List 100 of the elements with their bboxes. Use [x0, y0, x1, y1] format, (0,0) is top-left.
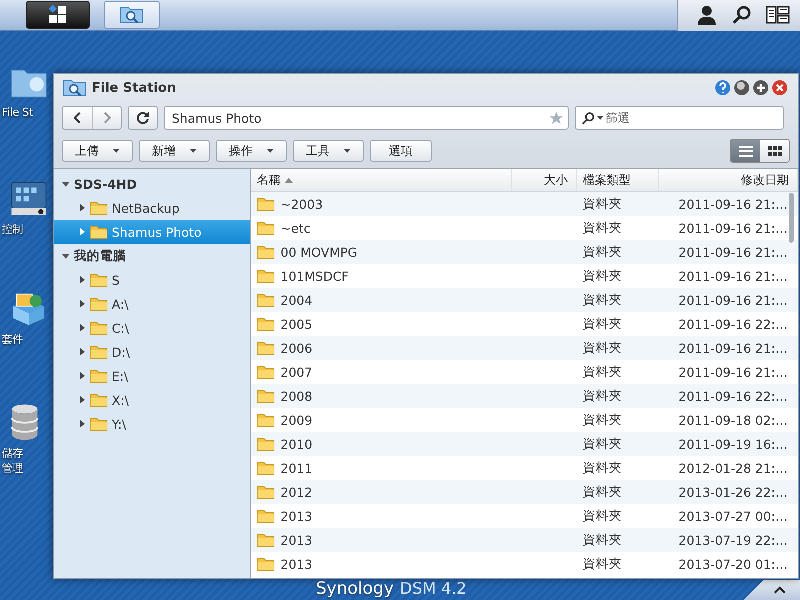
- file-type: 資料夾: [582, 196, 623, 212]
- chevron-left-icon: [74, 112, 82, 124]
- file-name: 101MSDCF: [280, 268, 349, 284]
- file-row[interactable]: 2006 資料夾 2011-09-16 21:…: [250, 336, 798, 360]
- file-row[interactable]: 2010 資料夾 2011-09-19 16:…: [250, 432, 798, 456]
- tree-item[interactable]: A:\: [54, 292, 250, 316]
- help-icon[interactable]: [715, 80, 731, 96]
- folder-icon: [256, 364, 275, 380]
- desktop-icon-label: 管理: [2, 461, 24, 476]
- desktop-icon-label: 套件: [2, 332, 24, 347]
- storage-icon[interactable]: [10, 402, 40, 442]
- brand-logo: Synology: [316, 579, 394, 599]
- folder-icon: [90, 320, 108, 336]
- expand-arrow-icon[interactable]: [78, 420, 86, 428]
- list-icon: [738, 146, 752, 156]
- folder-icon: [256, 436, 275, 452]
- file-row[interactable]: 2013 資料夾 2013-07-19 22:…: [250, 528, 798, 552]
- grid-icon: [768, 146, 782, 156]
- collapse-arrow-icon[interactable]: [62, 180, 70, 188]
- control-panel-icon[interactable]: [10, 180, 48, 218]
- close-icon[interactable]: [772, 80, 788, 96]
- tree-node[interactable]: SDS-4HD: [54, 172, 250, 196]
- modified-date: 2013-07-27 00:…: [678, 508, 788, 524]
- modified-date: 2011-09-16 22:…: [678, 316, 788, 332]
- toolbar-button[interactable]: 選項: [370, 140, 432, 162]
- folder-icon: [256, 460, 275, 476]
- file-name: 2008: [280, 388, 313, 404]
- tree-item[interactable]: D:\: [54, 340, 250, 364]
- file-type: 資料夾: [582, 388, 623, 404]
- modified-date: 2011-09-16 21:…: [678, 196, 788, 212]
- show-desktop-button[interactable]: [744, 580, 800, 600]
- column-header[interactable]: 檔案類型: [576, 169, 659, 191]
- column-header[interactable]: 大小: [512, 169, 577, 191]
- column-header[interactable]: 修改日期: [658, 169, 798, 191]
- expand-arrow-icon[interactable]: [78, 276, 86, 284]
- caret-icon: [597, 116, 604, 120]
- tree-node[interactable]: 我的電腦: [54, 244, 250, 268]
- file-row[interactable]: 00 MOVMPG 資料夾 2011-09-16 21:…: [250, 240, 798, 264]
- modified-date: 2013-07-20 01:…: [678, 556, 788, 572]
- folder-icon: [256, 340, 275, 356]
- tree-item[interactable]: E:\: [54, 364, 250, 388]
- expand-arrow-icon[interactable]: [78, 396, 86, 404]
- modified-date: 2011-09-19 16:…: [678, 436, 788, 452]
- expand-arrow-icon[interactable]: [78, 300, 86, 308]
- toolbar-button[interactable]: 工具: [293, 140, 364, 162]
- file-type: 資料夾: [582, 508, 623, 524]
- chevron-right-icon: [103, 112, 111, 124]
- expand-arrow-icon[interactable]: [78, 228, 86, 236]
- folder-icon: [90, 344, 108, 360]
- tree-item[interactable]: X:\: [54, 388, 250, 412]
- minimize-icon[interactable]: [734, 80, 750, 96]
- search-icon[interactable]: [732, 5, 752, 25]
- window-title: File Station: [92, 80, 176, 96]
- folder-icon: [256, 388, 275, 404]
- tree-item[interactable]: Y:\: [54, 412, 250, 436]
- taskbar-app-button[interactable]: [26, 1, 90, 29]
- column-header[interactable]: 名稱: [250, 169, 512, 191]
- expand-arrow-icon[interactable]: [78, 204, 86, 212]
- grid-view-button[interactable]: [760, 140, 789, 162]
- product-name: DSM 4.2: [400, 579, 467, 599]
- folder-icon: [256, 556, 275, 572]
- modified-date: 2013-01-26 22:…: [678, 484, 788, 500]
- file-name: 2005: [280, 316, 313, 332]
- star-icon[interactable]: [549, 110, 564, 126]
- file-row[interactable]: 2004 資料夾 2011-09-16 21:…: [250, 288, 798, 312]
- expand-arrow-icon[interactable]: [78, 372, 86, 380]
- file-row[interactable]: 2008 資料夾 2011-09-16 22:…: [250, 384, 798, 408]
- desktop-icon-label: 儲存: [2, 446, 24, 461]
- caret-icon: [113, 149, 120, 153]
- widgets-icon[interactable]: [766, 5, 790, 25]
- path-field[interactable]: Shamus Photo: [164, 106, 569, 130]
- folder-icon: [256, 292, 275, 308]
- modified-date: 2011-09-16 22:…: [678, 388, 788, 404]
- filter-field[interactable]: 篩選: [575, 106, 784, 130]
- taskbar-app-button[interactable]: [104, 1, 160, 29]
- collapse-arrow-icon[interactable]: [62, 252, 70, 260]
- toolbar-button[interactable]: 上傳: [62, 140, 133, 162]
- desktop-icon-label: File St: [2, 105, 34, 120]
- user-icon[interactable]: [696, 4, 718, 26]
- file-name: 2013: [280, 556, 313, 572]
- file-name: 2006: [280, 340, 313, 356]
- folder-icon: [256, 412, 275, 428]
- file-row[interactable]: ~2003 資料夾 2011-09-16 21:…: [250, 192, 798, 216]
- tree-item[interactable]: NetBackup: [54, 196, 250, 220]
- toolbar-button[interactable]: 新增: [139, 140, 210, 162]
- toolbar-button[interactable]: 操作: [216, 140, 287, 162]
- modified-date: 2011-09-18 02:…: [678, 412, 788, 428]
- scrollbar-thumb[interactable]: [789, 193, 794, 243]
- maximize-icon[interactable]: [753, 80, 769, 96]
- folder-icon: [90, 224, 108, 240]
- file-type: 資料夾: [582, 364, 623, 380]
- file-name: 00 MOVMPG: [280, 244, 358, 260]
- list-view-button[interactable]: [731, 140, 760, 162]
- refresh-button[interactable]: [128, 106, 158, 130]
- file-row[interactable]: 2012 資料夾 2013-01-26 22:…: [250, 480, 798, 504]
- tree-item[interactable]: S: [54, 268, 250, 292]
- expand-arrow-icon[interactable]: [78, 348, 86, 356]
- expand-arrow-icon[interactable]: [78, 324, 86, 332]
- tree-item[interactable]: C:\: [54, 316, 250, 340]
- file-type: 資料夾: [582, 460, 623, 476]
